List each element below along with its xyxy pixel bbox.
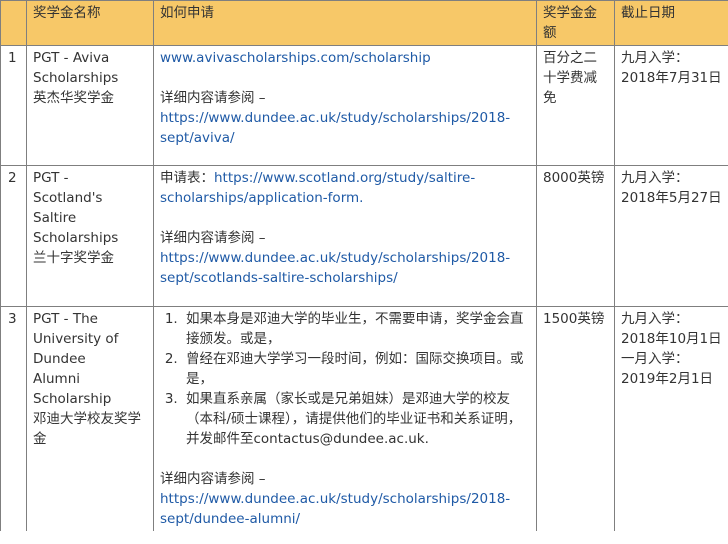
scholarship-name: PGT - Scotland's Saltire Scholarships 兰十… [26, 165, 154, 307]
apply-list: 如果本身是邓迪大学的毕业生，不需要申请，奖学金会直接颁发。或是， 曾经在邓迪大学… [160, 309, 530, 449]
scholarship-table: 奖学金名称 如何申请 奖学金金额 截止日期 1 PGT - Aviva Scho… [0, 0, 728, 531]
header-index [0, 0, 27, 46]
apply-cell: 如果本身是邓迪大学的毕业生，不需要申请，奖学金会直接颁发。或是， 曾经在邓迪大学… [153, 306, 537, 531]
details-label: 详细内容请参阅 – [160, 90, 266, 106]
scholarship-name: PGT - Aviva Scholarships 英杰华奖学金 [26, 45, 154, 166]
deadline-cell: 九月入学： 2018年7月31日 [614, 45, 728, 166]
name-line: Saltire [33, 210, 77, 226]
name-line: Scholarships [33, 230, 119, 246]
name-line: PGT - Aviva [33, 50, 110, 66]
deadline-line: 2019年2月1日 [621, 371, 714, 387]
details-link[interactable]: https://www.dundee.ac.uk/study/scholarsh… [160, 248, 530, 288]
deadline-line: 一月入学： [621, 351, 689, 367]
deadline-cell: 九月入学： 2018年10月1日 一月入学： 2019年2月1日 [614, 306, 728, 531]
header-apply: 如何申请 [153, 0, 537, 46]
list-item: 曾经在邓迪大学学习一段时间，例如：国际交换项目。或是， [182, 349, 530, 389]
details-label: 详细内容请参阅 – [160, 230, 266, 246]
deadline-line: 2018年10月1日 [621, 331, 722, 347]
deadline-line: 九月入学： [621, 170, 689, 186]
header-amount: 奖学金金额 [536, 0, 615, 46]
deadline-line: 2018年5月27日 [621, 190, 722, 206]
apply-cell: 申请表：https://www.scotland.org/study/salti… [153, 165, 537, 307]
row-index: 3 [0, 306, 27, 531]
table-row: 2 PGT - Scotland's Saltire Scholarships … [0, 165, 728, 307]
table-row: 3 PGT - The University of Dundee Alumni … [0, 306, 728, 531]
deadline-line: 2018年7月31日 [621, 70, 722, 86]
row-index: 1 [0, 45, 27, 166]
details-link[interactable]: https://www.dundee.ac.uk/study/scholarsh… [160, 489, 530, 529]
name-line: 英杰华奖学金 [33, 90, 114, 106]
header-row: 奖学金名称 如何申请 奖学金金额 截止日期 [0, 0, 728, 46]
details-link[interactable]: https://www.dundee.ac.uk/study/scholarsh… [160, 108, 530, 148]
deadline-line: 九月入学： [621, 311, 689, 327]
apply-link[interactable]: www.avivascholarships.com/scholarship [160, 48, 530, 68]
name-line: University of [33, 331, 119, 347]
amount-cell: 百分之二十学费减免 [536, 45, 615, 166]
name-line: Scholarships [33, 70, 119, 86]
list-item: 如果直系亲属（家长或是兄弟姐妹）是邓迪大学的校友（本科/硕士课程），请提供他们的… [182, 389, 530, 449]
name-line: 邓迪大学校友奖学金 [33, 411, 141, 447]
amount-cell: 8000英镑 [536, 165, 615, 307]
amount-cell: 1500英镑 [536, 306, 615, 531]
header-deadline: 截止日期 [614, 0, 728, 46]
name-line: Scholarship [33, 391, 112, 407]
name-line: Scotland's [33, 190, 103, 206]
name-line: Dundee [33, 351, 86, 367]
details-label: 详细内容请参阅 – [160, 471, 266, 487]
deadline-line: 九月入学： [621, 50, 689, 66]
header-name: 奖学金名称 [26, 0, 154, 46]
scholarship-name: PGT - The University of Dundee Alumni Sc… [26, 306, 154, 531]
apply-line: 申请表：https://www.scotland.org/study/salti… [160, 168, 530, 208]
name-line: PGT - [33, 170, 69, 186]
apply-cell: www.avivascholarships.com/scholarship 详细… [153, 45, 537, 166]
name-line: PGT - The [33, 311, 98, 327]
apply-prefix: 申请表： [160, 170, 214, 186]
list-item: 如果本身是邓迪大学的毕业生，不需要申请，奖学金会直接颁发。或是， [182, 309, 530, 349]
deadline-cell: 九月入学： 2018年5月27日 [614, 165, 728, 307]
table-row: 1 PGT - Aviva Scholarships 英杰华奖学金 www.av… [0, 45, 728, 166]
row-index: 2 [0, 165, 27, 307]
name-line: Alumni [33, 371, 80, 387]
name-line: 兰十字奖学金 [33, 250, 114, 266]
